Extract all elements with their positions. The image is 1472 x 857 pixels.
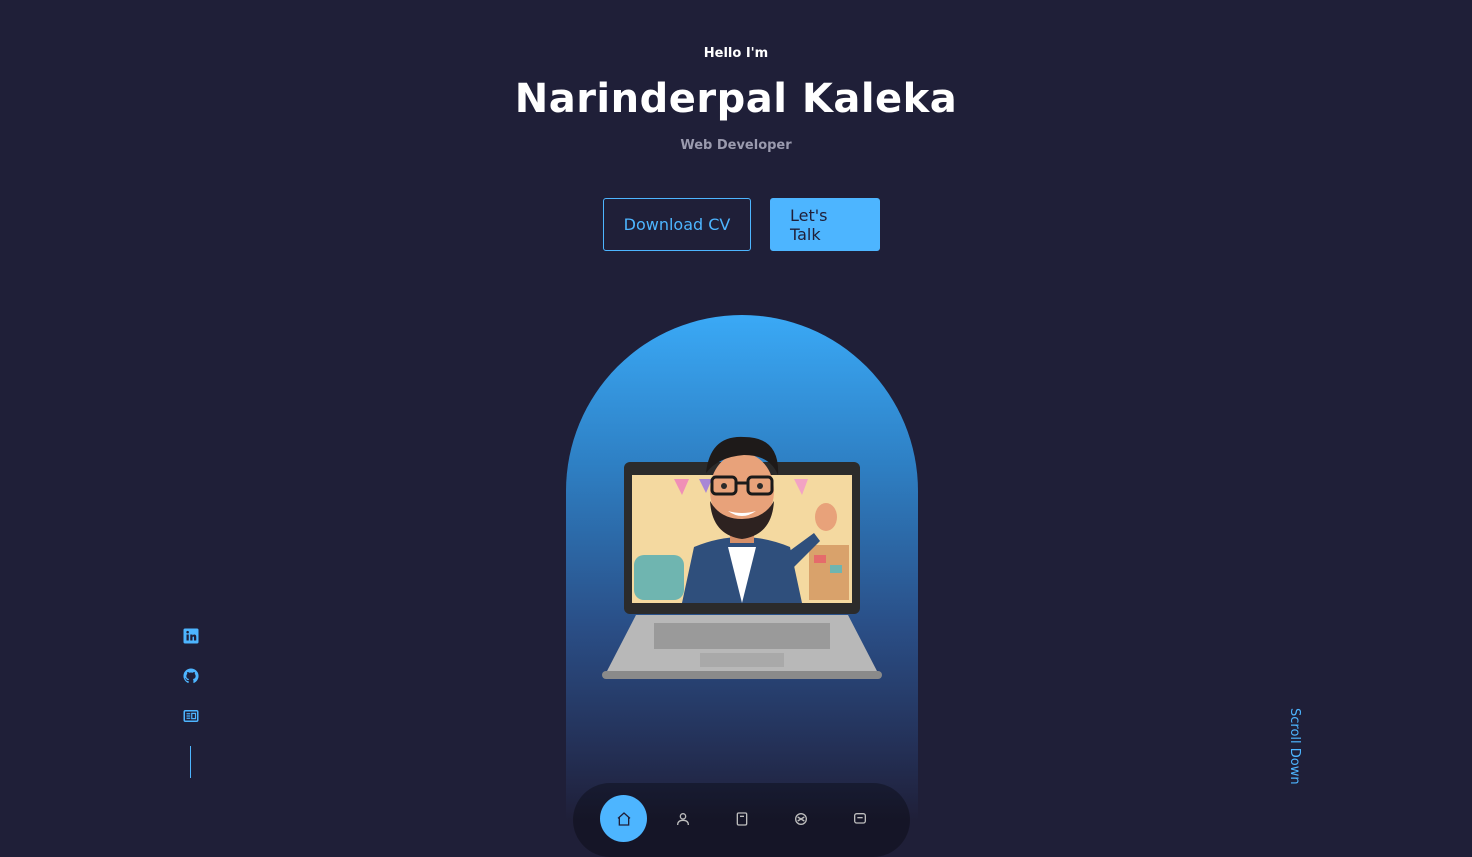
services-icon <box>794 812 807 825</box>
home-icon <box>617 811 630 826</box>
linkedin-link[interactable] <box>182 627 200 645</box>
nav-home[interactable] <box>600 795 647 842</box>
avatar-illustration <box>602 436 882 679</box>
github-link[interactable] <box>182 667 200 685</box>
cta-buttons: Download CV Let's Talk <box>603 198 880 251</box>
hero-section: Hello I'm Narinderpal Kaleka Web Develop… <box>0 0 1472 857</box>
message-icon <box>853 812 866 824</box>
greeting-text: Hello I'm <box>703 46 769 61</box>
resume-icon <box>183 710 199 722</box>
linkedin-icon <box>183 628 199 644</box>
book-icon <box>736 811 747 826</box>
user-icon <box>676 812 689 825</box>
social-divider-line <box>190 746 191 778</box>
download-cv-button[interactable]: Download CV <box>603 198 751 251</box>
social-links <box>180 627 202 725</box>
lets-talk-button[interactable]: Let's Talk <box>770 198 880 251</box>
page-title: Narinderpal Kaleka <box>514 76 958 122</box>
bottom-nav <box>573 783 910 857</box>
nav-experience[interactable] <box>718 795 765 842</box>
avatar-arch <box>566 315 918 820</box>
nav-about[interactable] <box>659 795 706 842</box>
github-icon <box>183 668 199 684</box>
nav-services[interactable] <box>777 795 824 842</box>
nav-contact[interactable] <box>836 795 883 842</box>
scroll-down-link[interactable]: Scroll Down <box>1284 708 1304 785</box>
resume-link[interactable] <box>182 707 200 725</box>
role-subtitle: Web Developer <box>680 138 792 153</box>
